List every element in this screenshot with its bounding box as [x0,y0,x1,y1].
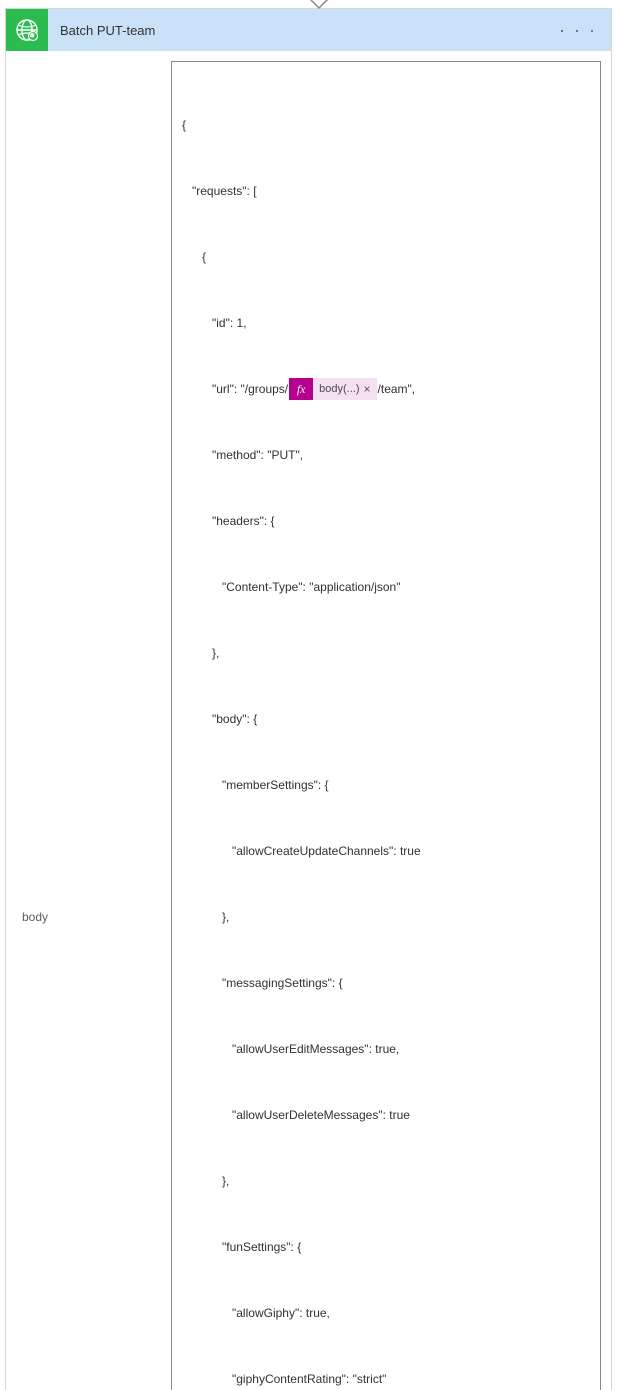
code-line: }, [182,642,590,664]
code-line: "id": 1, [182,312,590,334]
code-line: "body": { [182,708,590,730]
code-line: "method": "PUT", [182,444,590,466]
code-line: { [182,246,590,268]
action-title: Batch PUT-team [48,23,545,38]
code-text: /team", [378,378,416,400]
action-menu-button[interactable]: · · · [545,20,611,41]
action-body: body { "requests": [ { "id": 1, "url": "… [6,51,611,1390]
body-input[interactable]: { "requests": [ { "id": 1, "url": "/grou… [171,61,601,1390]
code-line: "headers": { [182,510,590,532]
action-card: Batch PUT-team · · · body { "requests": … [5,8,612,1390]
code-line: { [182,114,590,136]
code-line: "memberSettings": { [182,774,590,796]
action-header[interactable]: Batch PUT-team · · · [6,9,611,51]
code-line: "messagingSettings": { [182,972,590,994]
code-line: "funSettings": { [182,1236,590,1258]
fx-icon: fx [289,378,313,400]
token-remove-icon[interactable]: × [360,378,371,400]
code-line: "allowGiphy": true, [182,1302,590,1324]
code-text: "url": "/groups/ [212,378,288,400]
code-line: "url": "/groups/ fx body(...) × /team", [182,378,590,400]
expression-token[interactable]: fx body(...) × [288,378,377,400]
code-line: }, [182,1170,590,1192]
code-line: "Content-Type": "application/json" [182,576,590,598]
parameter-label-body: body [16,61,171,1390]
token-label: body(...) × [313,378,376,400]
code-line: "allowUserDeleteMessages": true [182,1104,590,1126]
code-line: }, [182,906,590,928]
token-label-text: body(...) [319,378,359,400]
code-line: "giphyContentRating": "strict" [182,1368,590,1390]
code-line: "requests": [ [182,180,590,202]
code-line: "allowCreateUpdateChannels": true [182,840,590,862]
batch-connector-icon [6,9,48,51]
code-line: "allowUserEditMessages": true, [182,1038,590,1060]
